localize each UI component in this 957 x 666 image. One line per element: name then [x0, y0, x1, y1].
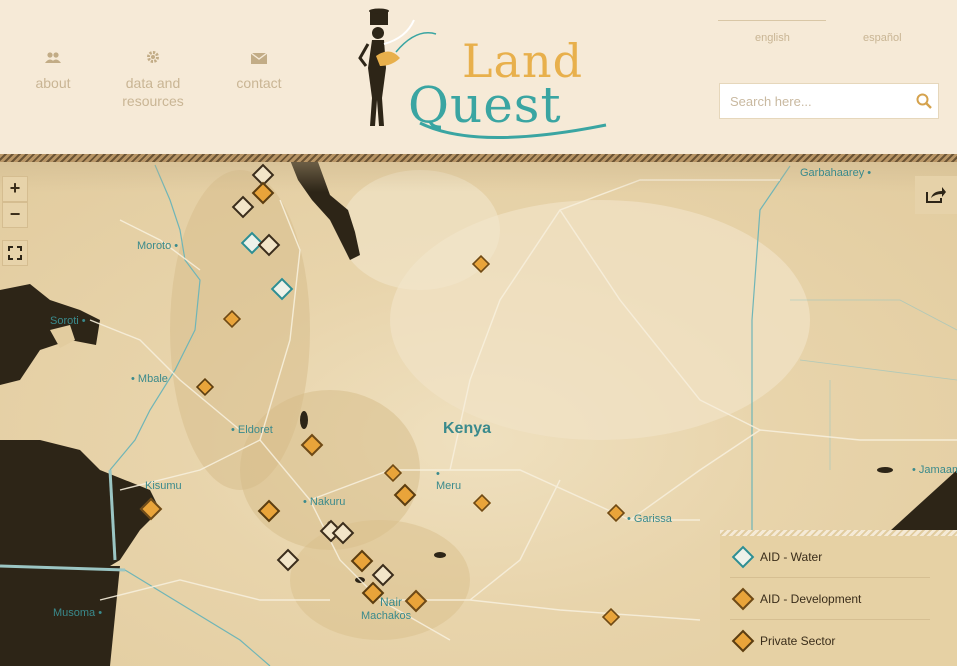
site-header: about data and resources contact Land Qu… — [0, 0, 957, 156]
city-kisumu: Kisumu — [145, 480, 182, 492]
document-marker[interactable] — [257, 233, 281, 257]
city-musoma: Musoma • — [53, 607, 103, 619]
search-box — [719, 83, 939, 119]
city-meru: • Meru — [436, 468, 462, 492]
envelope-icon — [204, 50, 314, 68]
water-marker-icon — [731, 545, 755, 569]
search-icon[interactable] — [916, 93, 932, 114]
nav-about-label: about — [35, 75, 71, 91]
map-legend: AID - Water AID - Development Private Se… — [720, 536, 957, 666]
aid-development-marker[interactable] — [601, 607, 621, 627]
city-garissa: • Garissa — [627, 513, 672, 525]
private-sector-marker[interactable] — [350, 549, 374, 573]
fullscreen-button[interactable] — [2, 240, 28, 266]
aid-development-marker[interactable] — [300, 433, 324, 457]
language-divider — [718, 20, 826, 21]
private-sector-marker[interactable] — [251, 181, 275, 205]
nav-contact[interactable]: contact — [204, 50, 314, 92]
city-soroti: Soroti • — [50, 315, 86, 327]
city-jamaam: • Jamaam — [912, 464, 957, 476]
legend-label: Private Sector — [760, 634, 836, 648]
land-quest-logo[interactable]: Land Quest — [356, 8, 607, 139]
nav-data-resources-label: data and resources — [122, 75, 184, 109]
document-marker[interactable] — [231, 195, 255, 219]
fullscreen-icon — [8, 246, 22, 260]
aid-development-marker[interactable] — [404, 589, 428, 613]
legend-item-aid-development[interactable]: AID - Development — [730, 578, 930, 620]
aid-development-marker[interactable] — [471, 254, 491, 274]
header-divider-stripe — [0, 154, 957, 162]
search-input[interactable] — [720, 84, 910, 118]
gear-icon — [98, 50, 208, 68]
city-mbale: • Mbale — [131, 373, 168, 385]
city-garbahaarey: Garbahaarey • — [800, 167, 872, 179]
private-sector-marker[interactable] — [361, 581, 385, 605]
nav-about[interactable]: about — [0, 50, 108, 92]
private-sector-marker[interactable] — [257, 499, 281, 523]
city-nakuru: • Nakuru — [303, 496, 346, 508]
aid-development-marker[interactable] — [139, 497, 163, 521]
city-moroto: Moroto • — [137, 240, 179, 252]
legend-item-aid-water[interactable]: AID - Water — [730, 536, 930, 578]
legend-item-private-sector[interactable]: Private Sector — [730, 620, 930, 662]
nav-contact-label: contact — [236, 75, 282, 91]
city-eldoret: • Eldoret — [231, 424, 273, 436]
aid-development-marker[interactable] — [383, 463, 403, 483]
private-sector-marker[interactable] — [195, 377, 215, 397]
nav-data-resources[interactable]: data and resources — [98, 50, 208, 110]
logo-swoosh — [419, 121, 607, 139]
document-marker[interactable] — [331, 521, 355, 545]
aid-development-marker[interactable] — [222, 309, 242, 329]
country-label: Kenya — [443, 420, 492, 437]
private-sector-marker[interactable] — [393, 483, 417, 507]
language-english[interactable]: english — [755, 32, 790, 44]
people-icon — [0, 50, 108, 68]
zoom-out-button[interactable]: − — [2, 202, 28, 228]
aid-water-marker[interactable] — [270, 277, 294, 301]
share-button[interactable] — [915, 176, 957, 214]
development-marker-icon — [731, 587, 755, 611]
city-machakos: Machakos — [361, 610, 412, 622]
legend-label: AID - Water — [760, 550, 823, 564]
share-icon — [926, 187, 946, 203]
document-marker[interactable] — [276, 548, 300, 572]
legend-label: AID - Development — [760, 592, 862, 606]
language-spanish[interactable]: español — [863, 32, 902, 44]
private-sector-marker-icon — [731, 629, 755, 653]
aid-development-marker[interactable] — [472, 493, 492, 513]
aid-development-marker[interactable] — [606, 503, 626, 523]
zoom-in-button[interactable]: + — [2, 176, 28, 202]
